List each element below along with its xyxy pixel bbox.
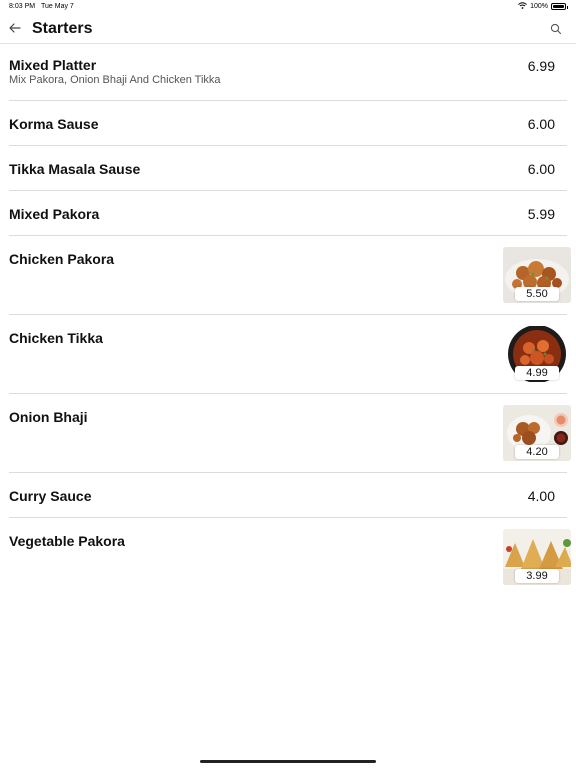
item-price: 6.00 xyxy=(527,161,555,177)
item-name: Tikka Masala Sause xyxy=(9,161,141,177)
navigation-bar: Starters xyxy=(0,14,576,44)
menu-item-korma-sause[interactable]: Korma Sause 6.00 xyxy=(9,101,567,146)
item-price-badge: 4.99 xyxy=(515,366,559,380)
item-price-badge: 4.20 xyxy=(515,445,559,459)
item-name: Vegetable Pakora xyxy=(9,533,125,549)
home-indicator[interactable] xyxy=(200,760,376,763)
menu-item-mixed-platter[interactable]: Mixed Platter Mix Pakora, Onion Bhaji An… xyxy=(9,44,567,101)
item-name: Mixed Pakora xyxy=(9,206,100,222)
menu-item-tikka-masala-sause[interactable]: Tikka Masala Sause 6.00 xyxy=(9,146,567,191)
chicken-tikka-photo: 4.99 xyxy=(503,326,571,382)
item-price: 5.99 xyxy=(527,206,555,222)
arrow-left-icon xyxy=(9,20,21,38)
menu-item-vegetable-pakora[interactable]: Vegetable Pakora 3.99 xyxy=(9,518,571,597)
menu-item-chicken-pakora[interactable]: Chicken Pakora 5.50 xyxy=(9,236,571,315)
battery-percent: 100% xyxy=(530,3,548,10)
item-price: 6.99 xyxy=(527,58,555,74)
menu-item-onion-bhaji[interactable]: Onion Bhaji 4.20 xyxy=(9,394,571,473)
status-bar: 8:03 PM Tue May 7 100% xyxy=(0,0,576,14)
item-price: 4.00 xyxy=(527,488,555,504)
menu-item-mixed-pakora[interactable]: Mixed Pakora 5.99 xyxy=(9,191,567,236)
page-title: Starters xyxy=(32,20,93,37)
wifi-icon xyxy=(518,2,527,11)
item-price-badge: 3.99 xyxy=(515,569,559,583)
status-time: 8:03 PM xyxy=(9,3,36,10)
status-right: 100% xyxy=(518,2,568,11)
menu-item-chicken-tikka[interactable]: Chicken Tikka 4.99 xyxy=(9,315,571,394)
back-button[interactable] xyxy=(5,20,25,38)
search-button[interactable] xyxy=(550,22,564,36)
item-name: Curry Sauce xyxy=(9,488,92,504)
onion-bhaji-photo: 4.20 xyxy=(503,405,571,461)
menu-list: Mixed Platter Mix Pakora, Onion Bhaji An… xyxy=(0,44,576,597)
menu-item-curry-sauce[interactable]: Curry Sauce 4.00 xyxy=(9,473,567,518)
item-name: Korma Sause xyxy=(9,116,99,132)
item-name: Onion Bhaji xyxy=(9,409,88,425)
item-description: Mix Pakora, Onion Bhaji And Chicken Tikk… xyxy=(9,74,221,86)
item-name: Chicken Tikka xyxy=(9,330,103,346)
vegetable-pakora-photo: 3.99 xyxy=(503,529,571,585)
battery-icon xyxy=(551,3,568,10)
item-name: Chicken Pakora xyxy=(9,251,115,267)
item-price: 6.00 xyxy=(527,116,555,132)
item-name: Mixed Platter xyxy=(9,57,97,73)
chicken-pakora-photo: 5.50 xyxy=(503,247,571,303)
search-icon xyxy=(550,22,562,39)
item-price-badge: 5.50 xyxy=(515,287,559,301)
status-date: Tue May 7 xyxy=(41,3,74,10)
